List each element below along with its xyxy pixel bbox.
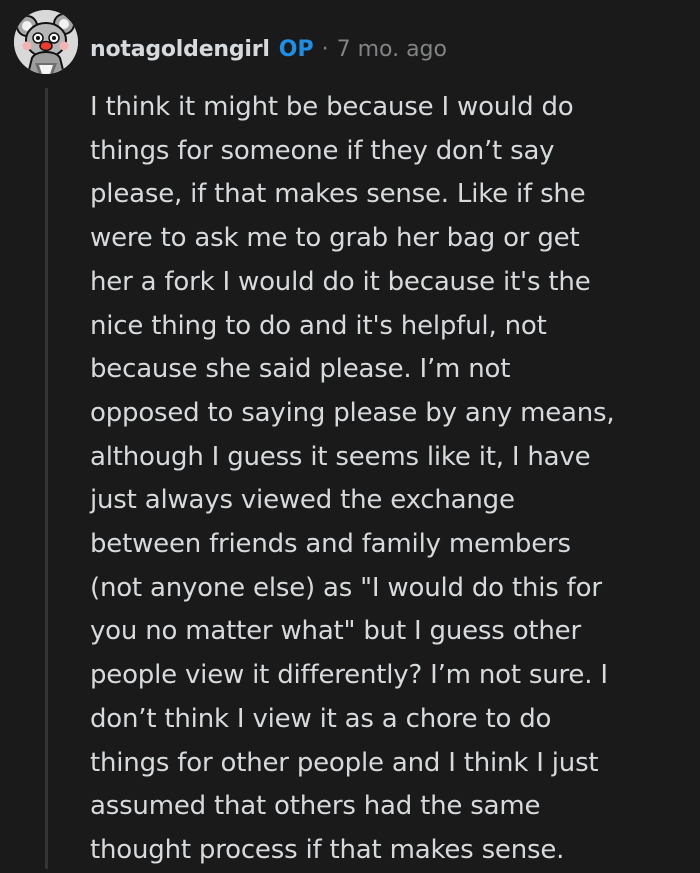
- comment-body-line: because she said please. I’m not: [90, 354, 511, 385]
- avatar[interactable]: [14, 10, 78, 74]
- comment-timestamp[interactable]: 7 mo. ago: [337, 34, 447, 66]
- comment-body-line: her a fork I would do it because it's th…: [90, 266, 591, 297]
- comment: notagoldengirl OP · 7 mo. ago I think it…: [0, 0, 700, 869]
- comment-body-line: don’t think I view it as a chore to do: [90, 703, 552, 734]
- comment-body-line: please, if that makes sense. Like if she: [90, 179, 586, 210]
- comment-body-line: you no matter what" but I guess other: [90, 616, 581, 647]
- comment-body-line: I think it might be because I would do: [90, 92, 574, 122]
- comment-body-line: (not anyone else) as "I would do this fo…: [90, 572, 602, 603]
- comment-body-line: nice thing to do and it's helpful, not: [90, 310, 547, 341]
- comment-body-line: thought process if that makes sense.: [90, 834, 565, 865]
- comment-body-line: although I guess it seems like it, I hav…: [90, 441, 591, 472]
- comment-body-line: were to ask me to grab her bag or get: [90, 223, 580, 254]
- comment-body-line: people view it differently? I’m not sure…: [90, 660, 608, 691]
- comment-body: I think it might be because I would do t…: [90, 86, 680, 873]
- koala-snoo-avatar-icon: [14, 10, 78, 74]
- meta-separator: ·: [321, 37, 329, 62]
- op-badge: OP: [278, 37, 314, 62]
- comment-body-line: things for someone if they don’t say: [90, 135, 555, 166]
- comment-body-line: things for other people and I think I ju…: [90, 747, 599, 778]
- comment-body-line: just always viewed the exchange: [90, 485, 515, 516]
- username-link[interactable]: notagoldengirl: [90, 34, 270, 66]
- comment-body-line: assumed that others had the same: [90, 791, 541, 822]
- thread-line[interactable]: [45, 88, 48, 869]
- comment-body-line: between friends and family members: [90, 529, 571, 560]
- comment-meta: notagoldengirl OP · 7 mo. ago: [90, 34, 447, 66]
- comment-body-line: opposed to saying please by any means,: [90, 397, 615, 428]
